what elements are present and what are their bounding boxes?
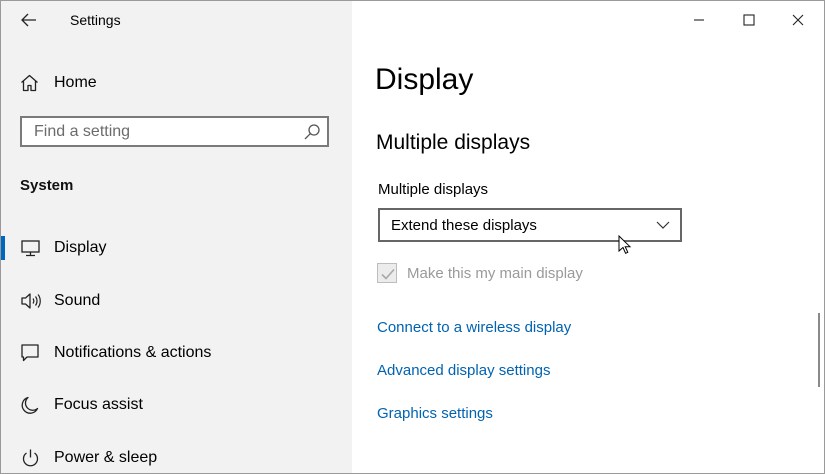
search-box[interactable] xyxy=(20,116,329,147)
sidebar-item-focus-assist[interactable]: Focus assist xyxy=(1,385,352,425)
sidebar-item-label: Focus assist xyxy=(54,396,143,413)
maximize-icon xyxy=(743,14,755,26)
section-title: Multiple displays xyxy=(376,131,531,154)
app-title: Settings xyxy=(70,12,121,28)
dropdown-value: Extend these displays xyxy=(391,217,537,234)
checkbox-label: Make this my main display xyxy=(407,264,583,282)
speaker-icon xyxy=(21,293,41,309)
sidebar-item-label: Display xyxy=(54,239,107,256)
notification-icon xyxy=(21,344,39,362)
mouse-cursor-icon xyxy=(618,235,632,254)
sidebar-item-label: Notifications & actions xyxy=(54,344,212,361)
page-title: Display xyxy=(375,63,474,96)
sidebar-item-label: Power & sleep xyxy=(54,449,158,466)
main-display-checkbox[interactable] xyxy=(377,263,397,283)
chevron-down-icon xyxy=(656,221,670,229)
sidebar: Settings Home System Display xyxy=(1,1,352,473)
monitor-icon xyxy=(21,240,40,257)
power-icon xyxy=(22,449,39,467)
maximize-button[interactable] xyxy=(726,5,772,35)
back-arrow-icon xyxy=(21,13,36,27)
sidebar-item-notifications[interactable]: Notifications & actions xyxy=(1,333,352,373)
scrollbar-thumb[interactable] xyxy=(818,313,820,387)
advanced-display-settings-link[interactable]: Advanced display settings xyxy=(377,362,550,379)
close-button[interactable] xyxy=(775,5,821,35)
moon-icon xyxy=(21,396,39,414)
main-display-checkbox-row[interactable]: Make this my main display xyxy=(377,261,583,285)
search-icon[interactable] xyxy=(303,123,321,141)
section-heading: System xyxy=(20,177,74,194)
sidebar-item-power-sleep[interactable]: Power & sleep xyxy=(1,438,352,473)
multiple-displays-dropdown[interactable]: Extend these displays xyxy=(378,208,682,242)
dropdown-label: Multiple displays xyxy=(378,181,489,198)
minimize-icon xyxy=(694,19,704,21)
graphics-settings-link[interactable]: Graphics settings xyxy=(377,405,493,422)
home-icon xyxy=(21,74,38,92)
settings-window: Settings Home System Display xyxy=(0,0,825,474)
close-icon xyxy=(792,14,804,26)
minimize-button[interactable] xyxy=(676,5,722,35)
sidebar-item-display[interactable]: Display xyxy=(1,228,352,268)
connect-wireless-display-link[interactable]: Connect to a wireless display xyxy=(377,319,571,336)
search-input[interactable] xyxy=(22,118,304,145)
sidebar-item-label: Sound xyxy=(54,292,101,309)
back-button[interactable] xyxy=(15,9,43,31)
sidebar-item-label: Home xyxy=(54,74,97,91)
checkmark-icon xyxy=(381,268,395,280)
sidebar-item-home[interactable]: Home xyxy=(20,71,97,95)
sidebar-item-sound[interactable]: Sound xyxy=(1,281,352,321)
